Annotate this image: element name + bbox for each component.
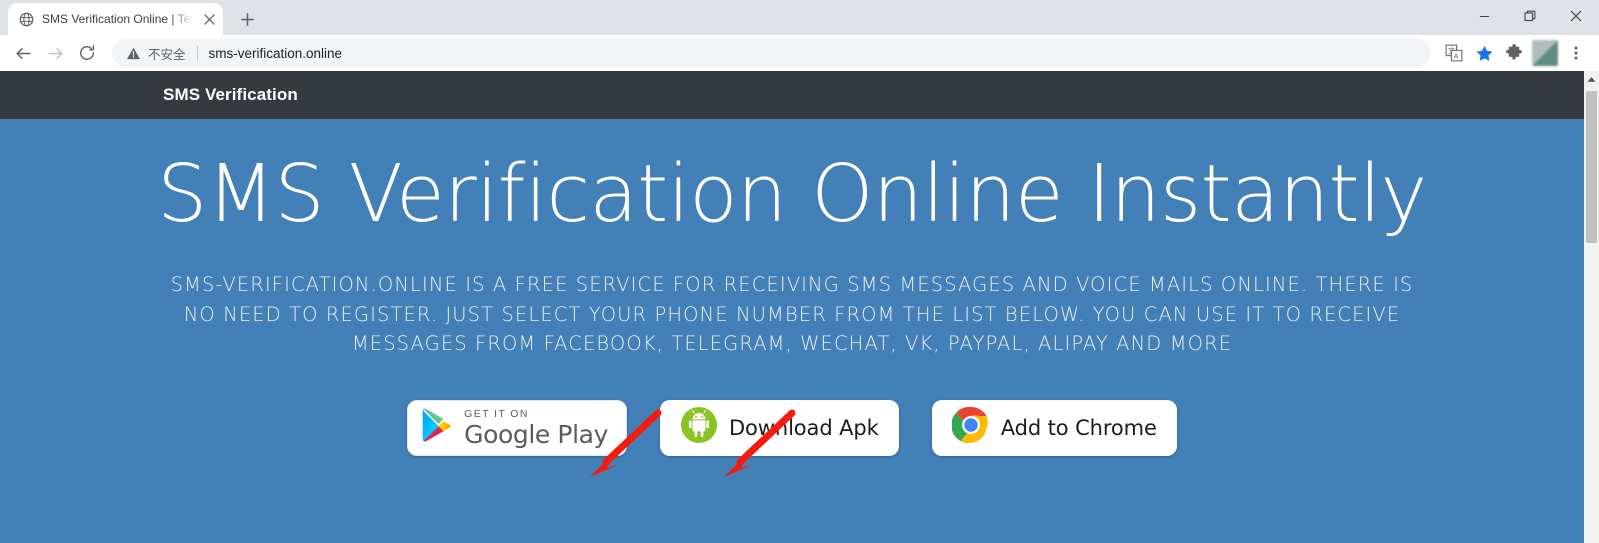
profile-avatar[interactable] (1532, 40, 1558, 66)
tab-title: SMS Verification Online | Tem (42, 12, 193, 26)
window-controls (1461, 0, 1599, 35)
hero-section: SMS Verification Online Instantly sms-ve… (0, 119, 1584, 543)
omnibox-divider (196, 45, 198, 61)
cta-button-row: GET IT ON Google Play Download Apk Add t… (0, 399, 1584, 456)
google-play-small-label: GET IT ON (464, 407, 529, 420)
browser-tab[interactable]: SMS Verification Online | Tem (8, 3, 223, 35)
restore-button[interactable] (1507, 0, 1553, 32)
page-viewport: SMS Verification SMS Verification Online… (0, 71, 1599, 543)
scroll-up-arrow-icon[interactable] (1584, 71, 1599, 88)
download-apk-label: Download Apk (728, 415, 879, 440)
forward-arrow-icon[interactable] (40, 38, 70, 68)
hero-description: sms-verification.online is a free servic… (170, 272, 1414, 356)
google-play-triangle-icon (422, 408, 453, 447)
google-play-text: GET IT ON Google Play (464, 409, 608, 448)
browser-window: SMS Verification Online | Tem 不安全 sms-ve… (0, 0, 1599, 543)
android-robot-icon (680, 406, 718, 449)
puzzle-piece-icon[interactable] (1499, 38, 1529, 68)
three-dot-menu-icon[interactable] (1561, 38, 1591, 68)
url-text: sms-verification.online (208, 45, 343, 61)
reload-icon[interactable] (72, 38, 102, 68)
star-icon[interactable] (1469, 38, 1499, 68)
close-icon[interactable] (201, 11, 217, 27)
google-play-button[interactable]: GET IT ON Google Play (407, 399, 627, 456)
address-bar[interactable]: 不安全 sms-verification.online (112, 39, 1431, 67)
web-page: SMS Verification SMS Verification Online… (0, 71, 1584, 543)
page-title: SMS Verification Online Instantly (157, 148, 1427, 240)
translate-icon[interactable]: 文 A (1439, 38, 1469, 68)
add-to-chrome-button[interactable]: Add to Chrome (931, 399, 1177, 456)
browser-toolbar: 不安全 sms-verification.online 文 A (0, 35, 1599, 71)
minimize-button[interactable] (1461, 0, 1507, 32)
close-button[interactable] (1553, 0, 1599, 32)
tab-strip: SMS Verification Online | Tem (0, 0, 1599, 35)
chrome-logo-icon (950, 406, 990, 449)
google-play-label: Google Play (464, 420, 608, 450)
toolbar-actions: 文 A (1439, 38, 1591, 68)
globe-icon (18, 11, 34, 27)
download-apk-button[interactable]: Download Apk (659, 399, 899, 456)
new-tab-button[interactable] (233, 5, 261, 33)
add-to-chrome-label: Add to Chrome (1000, 415, 1157, 440)
back-arrow-icon[interactable] (8, 38, 38, 68)
warning-triangle-icon (126, 46, 141, 61)
security-status-label: 不安全 (148, 47, 186, 62)
site-brand[interactable]: SMS Verification (163, 85, 298, 105)
scrollbar-thumb[interactable] (1586, 91, 1597, 243)
page-scrollbar[interactable] (1584, 71, 1599, 543)
site-navbar: SMS Verification (0, 71, 1584, 119)
svg-text:A: A (1454, 53, 1459, 61)
